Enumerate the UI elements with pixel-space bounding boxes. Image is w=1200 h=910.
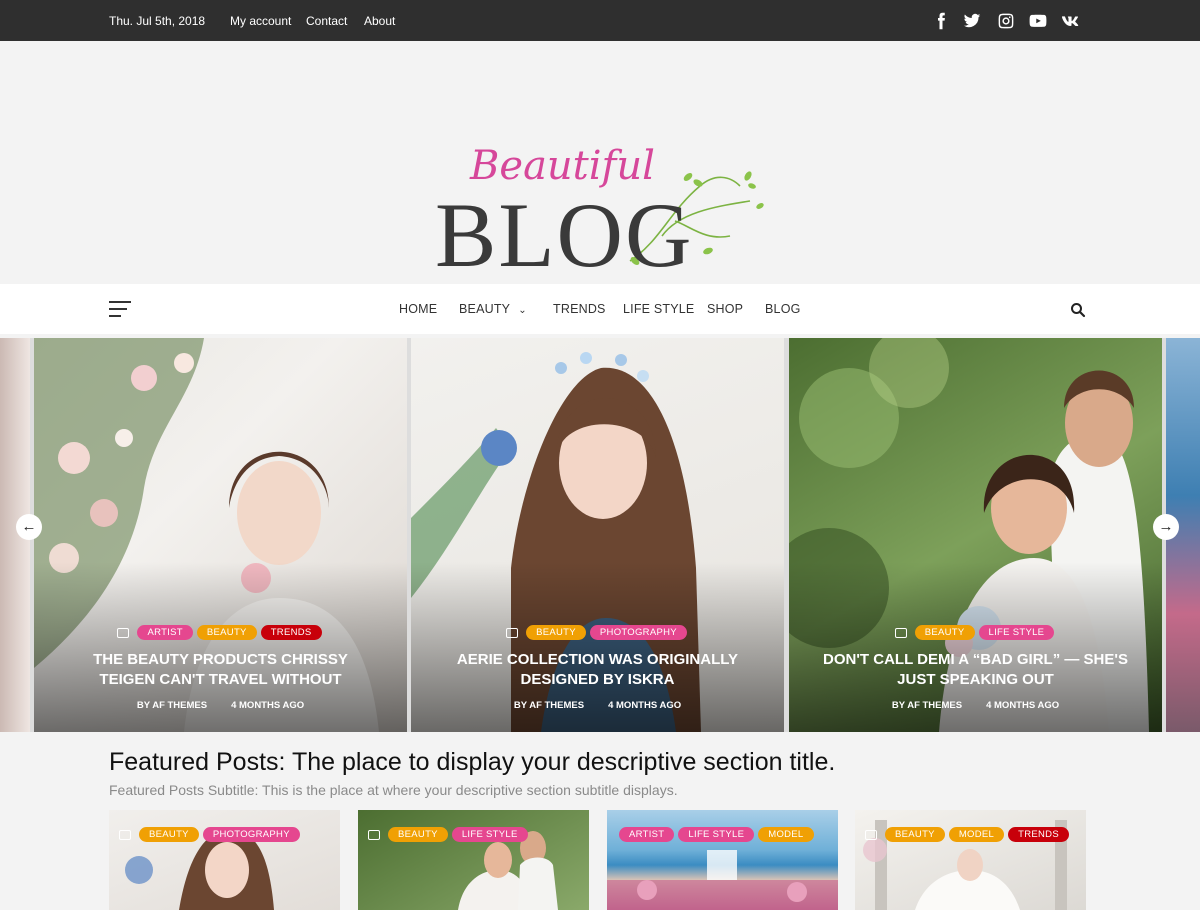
featured-card-4[interactable]: BEAUTY MODEL TRENDS — [855, 810, 1086, 910]
category-tag[interactable]: LIFE STYLE — [978, 625, 1055, 640]
slide-2-categories: BEAUTY PHOTOGRAPHY — [411, 625, 784, 640]
category-tag[interactable]: PHOTOGRAPHY — [589, 625, 687, 640]
instagram-icon[interactable] — [997, 12, 1015, 30]
category-tag[interactable]: BEAUTY — [914, 625, 975, 640]
featured-section-title: Featured Posts: The place to display you… — [109, 748, 836, 776]
svg-text:BLOG: BLOG — [435, 184, 693, 281]
category-tag[interactable]: TRENDS — [1008, 827, 1069, 842]
gallery-format-icon — [865, 829, 877, 840]
category-tag[interactable]: ARTIST — [137, 625, 193, 640]
slide-3-title[interactable]: DON'T CALL DEMI A “BAD GIRL” — SHE'S JUS… — [809, 650, 1142, 690]
category-tag[interactable]: PHOTOGRAPHY — [202, 827, 300, 842]
site-logo[interactable]: Beautiful BLOG — [430, 131, 770, 281]
video-format-icon — [894, 627, 907, 638]
slide-3-meta: BY AF THEMES 4 MONTHS AGO — [789, 700, 1162, 711]
nav-item-beauty[interactable]: BEAUTY ⌄ — [459, 302, 527, 316]
category-tag[interactable]: MODEL — [948, 827, 1005, 842]
slider-next-button[interactable]: → — [1153, 514, 1179, 540]
post-author[interactable]: BY AF THEMES — [892, 700, 962, 711]
slider-prev-button[interactable]: ← — [16, 514, 42, 540]
current-date: Thu. Jul 5th, 2018 — [109, 14, 206, 28]
slide-1-title-line-1: THE BEAUTY PRODUCTS CHRISSY — [93, 651, 348, 668]
category-tag[interactable]: TRENDS — [260, 625, 322, 640]
featured-card-4-photo — [863, 820, 1067, 910]
slide-2-meta: BY AF THEMES 4 MONTHS AGO — [411, 700, 784, 711]
gallery-format-icon — [506, 627, 519, 638]
featured-card-1-categories: BEAUTY PHOTOGRAPHY — [119, 827, 302, 842]
nav-item-trends[interactable]: TRENDS — [553, 302, 606, 316]
featured-card-2-categories: BEAUTY LIFE STYLE — [368, 827, 530, 842]
featured-card-3[interactable]: ARTIST LIFE STYLE MODEL — [607, 810, 838, 910]
slide-3-title-line-2: JUST SPEAKING OUT — [897, 671, 1054, 688]
svg-text:Beautiful: Beautiful — [469, 143, 655, 189]
category-tag[interactable]: LIFE STYLE — [678, 827, 755, 842]
facebook-icon[interactable] — [932, 12, 950, 30]
slide-1-categories: ARTIST BEAUTY TRENDS — [34, 625, 407, 640]
top-bar: Thu. Jul 5th, 2018 My account Contact Ab… — [0, 0, 1200, 41]
featured-slider: ARTIST BEAUTY TRENDS THE BEAUTY PRODUCTS… — [0, 338, 1200, 732]
slide-1-title-line-2: TEIGEN CAN'T TRAVEL WITHOUT — [99, 671, 342, 688]
search-icon[interactable] — [1070, 302, 1086, 318]
featured-card-4-categories: BEAUTY MODEL TRENDS — [865, 827, 1071, 842]
slide-2-title[interactable]: AERIE COLLECTION WAS ORIGINALLY DESIGNED… — [431, 650, 764, 690]
slide-3-title-line-1: DON'T CALL DEMI A “BAD GIRL” — SHE'S — [823, 651, 1128, 668]
post-author[interactable]: BY AF THEMES — [514, 700, 584, 711]
category-tag[interactable]: BEAUTY — [388, 827, 448, 842]
slide-2-title-line-2: DESIGNED BY ISKRA — [520, 671, 675, 688]
post-author[interactable]: BY AF THEMES — [137, 700, 207, 711]
twitter-icon[interactable] — [963, 12, 981, 30]
image-format-icon — [117, 627, 130, 638]
slide-1[interactable]: ARTIST BEAUTY TRENDS THE BEAUTY PRODUCTS… — [34, 338, 407, 732]
top-link-contact[interactable]: Contact — [306, 14, 347, 28]
featured-card-3-photo — [607, 850, 838, 910]
nav-item-home[interactable]: HOME — [399, 302, 437, 316]
post-time: 4 MONTHS AGO — [608, 700, 682, 711]
top-link-about[interactable]: About — [364, 14, 395, 28]
nav-item-life-style[interactable]: LIFE STYLE — [623, 302, 694, 316]
slide-1-meta: BY AF THEMES 4 MONTHS AGO — [34, 700, 407, 711]
post-time: 4 MONTHS AGO — [231, 700, 305, 711]
site-header: Beautiful BLOG — [0, 41, 1200, 284]
nav-item-beauty-label: BEAUTY — [459, 302, 511, 316]
slide-1-title[interactable]: THE BEAUTY PRODUCTS CHRISSY TEIGEN CAN'T… — [54, 650, 387, 690]
category-tag[interactable]: BEAUTY — [885, 827, 945, 842]
top-link-my-account[interactable]: My account — [230, 14, 291, 28]
slide-3-categories: BEAUTY LIFE STYLE — [789, 625, 1162, 640]
featured-card-1-photo — [125, 830, 274, 910]
category-tag[interactable]: MODEL — [758, 827, 814, 842]
slide-2[interactable]: BEAUTY PHOTOGRAPHY AERIE COLLECTION WAS … — [411, 338, 784, 732]
youtube-icon[interactable] — [1029, 12, 1047, 30]
video-format-icon — [368, 829, 380, 840]
featured-section-subtitle: Featured Posts Subtitle: This is the pla… — [109, 782, 678, 798]
category-tag[interactable]: LIFE STYLE — [451, 827, 528, 842]
category-tag[interactable]: BEAUTY — [526, 625, 586, 640]
slide-2-title-line-1: AERIE COLLECTION WAS ORIGINALLY — [456, 651, 739, 668]
nav-item-shop[interactable]: SHOP — [707, 302, 743, 316]
hamburger-icon[interactable] — [109, 301, 131, 317]
chevron-down-icon: ⌄ — [518, 305, 527, 316]
vk-icon[interactable] — [1061, 12, 1079, 30]
category-tag[interactable]: ARTIST — [619, 827, 675, 842]
category-tag[interactable]: BEAUTY — [196, 625, 257, 640]
slide-3[interactable]: BEAUTY LIFE STYLE DON'T CALL DEMI A “BAD… — [789, 338, 1162, 732]
featured-card-1[interactable]: BEAUTY PHOTOGRAPHY — [109, 810, 340, 910]
featured-card-3-categories: ARTIST LIFE STYLE MODEL — [617, 827, 816, 842]
post-time: 4 MONTHS AGO — [986, 700, 1060, 711]
gallery-format-icon — [119, 829, 131, 840]
featured-card-2[interactable]: BEAUTY LIFE STYLE — [358, 810, 589, 910]
nav-item-blog[interactable]: BLOG — [765, 302, 801, 316]
category-tag[interactable]: BEAUTY — [139, 827, 199, 842]
featured-card-2-photo — [458, 831, 558, 910]
